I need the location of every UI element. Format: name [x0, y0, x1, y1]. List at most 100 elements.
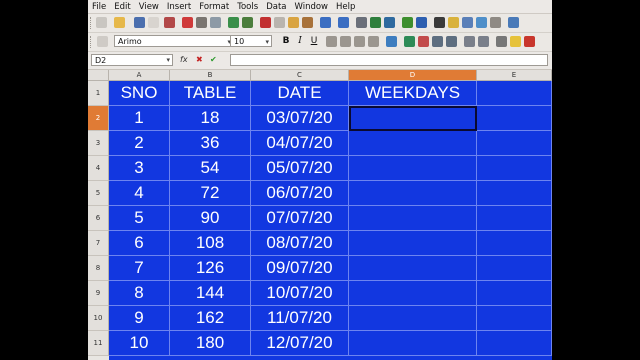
italic-icon[interactable]: I — [294, 35, 306, 48]
print-icon[interactable] — [196, 17, 207, 28]
add-decimal-icon[interactable] — [432, 36, 443, 47]
cell-b7[interactable]: 108 — [170, 231, 251, 256]
gallery-icon[interactable] — [462, 17, 473, 28]
cell-c7[interactable]: 08/07/20 — [251, 231, 349, 256]
cell-a9[interactable]: 8 — [109, 281, 170, 306]
column-header-d[interactable]: D — [349, 70, 477, 81]
accept-icon[interactable]: ✔ — [210, 55, 217, 64]
increase-indent-icon[interactable] — [478, 36, 489, 47]
currency-format-icon[interactable] — [404, 36, 415, 47]
chevron-down-icon[interactable]: ▾ — [265, 36, 269, 48]
menu-file[interactable]: File — [88, 2, 110, 12]
redo-icon[interactable] — [338, 17, 349, 28]
pivot-table-icon[interactable] — [416, 17, 427, 28]
bold-icon[interactable]: B — [280, 35, 292, 48]
row-header-6[interactable]: 6 — [88, 206, 109, 231]
cell-d10[interactable] — [349, 306, 477, 331]
cell-b8[interactable]: 126 — [170, 256, 251, 281]
cut-icon[interactable] — [260, 17, 271, 28]
cell-c11[interactable]: 12/07/20 — [251, 331, 349, 356]
cell-d4[interactable] — [349, 156, 477, 181]
cell-b9[interactable]: 144 — [170, 281, 251, 306]
cell-a7[interactable]: 6 — [109, 231, 170, 256]
cell-b2[interactable]: 18 — [170, 106, 251, 131]
cell-c5[interactable]: 06/07/20 — [251, 181, 349, 206]
row-header-5[interactable]: 5 — [88, 181, 109, 206]
align-left-icon[interactable] — [326, 36, 337, 47]
cell-d3[interactable] — [349, 131, 477, 156]
cell-a1[interactable]: SNO — [109, 81, 170, 106]
cell-a2[interactable]: 1 — [109, 106, 170, 131]
cell-d11[interactable] — [349, 331, 477, 356]
navigator-icon[interactable] — [448, 17, 459, 28]
undo-icon[interactable] — [320, 17, 331, 28]
menu-edit[interactable]: Edit — [110, 2, 134, 12]
sort-descending-icon[interactable] — [384, 17, 395, 28]
cell-e4[interactable] — [477, 156, 552, 181]
row-header-9[interactable]: 9 — [88, 281, 109, 306]
font-size-box[interactable]: 10 ▾ — [230, 35, 272, 47]
cell-c1[interactable]: DATE — [251, 81, 349, 106]
menu-help[interactable]: Help — [332, 2, 359, 12]
clone-formatting-icon[interactable] — [302, 17, 313, 28]
sort-ascending-icon[interactable] — [370, 17, 381, 28]
cancel-icon[interactable]: ✖ — [196, 55, 203, 64]
cell-c2[interactable]: 03/07/20 — [251, 106, 349, 131]
function-wizard-icon[interactable]: fx — [180, 55, 188, 64]
help-icon[interactable] — [508, 17, 519, 28]
cell-b1[interactable]: TABLE — [170, 81, 251, 106]
cell-b11[interactable]: 180 — [170, 331, 251, 356]
cell-c4[interactable]: 05/07/20 — [251, 156, 349, 181]
row-header-10[interactable]: 10 — [88, 306, 109, 331]
column-header-c[interactable]: C — [251, 70, 349, 81]
cell-d2[interactable] — [349, 106, 477, 131]
cell-b4[interactable]: 54 — [170, 156, 251, 181]
cell-e5[interactable] — [477, 181, 552, 206]
row-header-8[interactable]: 8 — [88, 256, 109, 281]
align-right-icon[interactable] — [354, 36, 365, 47]
cell-a11[interactable]: 10 — [109, 331, 170, 356]
insert-chart-icon[interactable] — [402, 17, 413, 28]
cell-c3[interactable]: 04/07/20 — [251, 131, 349, 156]
cell-d6[interactable] — [349, 206, 477, 231]
cell-e1[interactable] — [477, 81, 552, 106]
row-header-2[interactable]: 2 — [88, 106, 109, 131]
row-header-11[interactable]: 11 — [88, 331, 109, 356]
row-header-7[interactable]: 7 — [88, 231, 109, 256]
decrease-indent-icon[interactable] — [464, 36, 475, 47]
underline-icon[interactable]: U — [308, 35, 320, 48]
name-box[interactable]: D2 ▾ — [91, 54, 173, 66]
save-icon[interactable] — [134, 17, 145, 28]
menu-tools[interactable]: Tools — [233, 2, 262, 12]
styles-icon[interactable] — [97, 36, 108, 47]
spellcheck-icon[interactable] — [228, 17, 239, 28]
menu-format[interactable]: Format — [195, 2, 233, 12]
new-document-icon[interactable] — [96, 17, 107, 28]
toolbar-grip[interactable] — [90, 17, 93, 29]
background-color-icon[interactable] — [510, 36, 521, 47]
cell-c6[interactable]: 07/07/20 — [251, 206, 349, 231]
cell-d1[interactable]: WEEKDAYS — [349, 81, 477, 106]
cell-c10[interactable]: 11/07/20 — [251, 306, 349, 331]
formula-input[interactable] — [230, 54, 548, 66]
chevron-down-icon[interactable]: ▾ — [166, 55, 170, 66]
cell-c9[interactable]: 10/07/20 — [251, 281, 349, 306]
menu-data[interactable]: Data — [262, 2, 290, 12]
cell-a4[interactable]: 3 — [109, 156, 170, 181]
export-pdf-icon[interactable] — [182, 17, 193, 28]
column-header-b[interactable]: B — [170, 70, 251, 81]
cell-e11[interactable] — [477, 331, 552, 356]
edit-file-icon[interactable] — [164, 17, 175, 28]
cell-a5[interactable]: 4 — [109, 181, 170, 206]
cell-b6[interactable]: 90 — [170, 206, 251, 231]
delete-decimal-icon[interactable] — [446, 36, 457, 47]
copy-icon[interactable] — [274, 17, 285, 28]
paste-icon[interactable] — [288, 17, 299, 28]
hyperlink-icon[interactable] — [356, 17, 367, 28]
cell-b3[interactable]: 36 — [170, 131, 251, 156]
cell-d9[interactable] — [349, 281, 477, 306]
cell-d8[interactable] — [349, 256, 477, 281]
row-header-1[interactable]: 1 — [88, 81, 109, 106]
cell-c8[interactable]: 09/07/20 — [251, 256, 349, 281]
cell-e3[interactable] — [477, 131, 552, 156]
